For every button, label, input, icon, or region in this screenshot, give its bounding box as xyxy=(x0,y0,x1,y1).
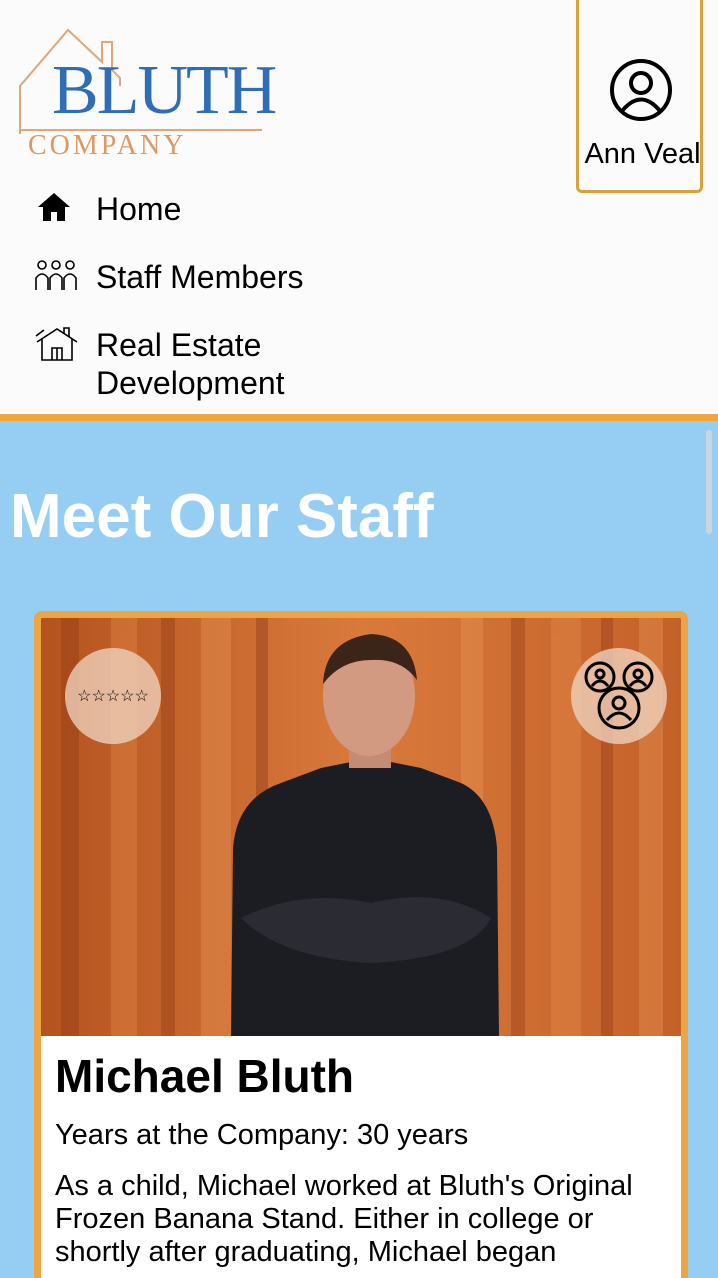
staff-bio: As a child, Michael worked at Bluth's Or… xyxy=(55,1170,633,1268)
team-group-icon xyxy=(579,654,659,739)
rating-badge[interactable]: ☆☆☆☆☆ xyxy=(65,648,161,744)
page-title: Meet Our Staff xyxy=(10,482,434,551)
nav-item-home[interactable]: Home xyxy=(34,190,336,230)
user-profile-button[interactable]: Ann Veal xyxy=(576,0,703,193)
nav-item-real-estate[interactable]: Real Estate Development xyxy=(34,326,336,402)
main-nav: Home Staff Members Real Estate Developme… xyxy=(34,190,336,430)
main-content: Meet Our Staff ☆☆☆☆☆ Michael Bluth Years… xyxy=(0,421,718,1278)
logo-wordmark-bluth: BLUTH xyxy=(52,52,277,129)
star-rating-icon: ☆☆☆☆☆ xyxy=(77,688,149,705)
staff-years: Years at the Company: 30 years xyxy=(55,1119,469,1151)
bluth-company-logo[interactable]: BLUTH COMPANY xyxy=(16,26,277,166)
staff-photo: ☆☆☆☆☆ xyxy=(41,618,681,1036)
scrollbar-thumb[interactable] xyxy=(706,430,712,534)
people-icon xyxy=(34,258,80,298)
nav-item-staff-members[interactable]: Staff Members xyxy=(34,258,336,298)
logo-wordmark-company: COMPANY xyxy=(28,130,187,161)
nav-label-home: Home xyxy=(96,191,182,227)
staff-card: ☆☆☆☆☆ Michael Bluth Years at the Company… xyxy=(34,611,688,1278)
nav-label-real-estate: Real Estate Development xyxy=(96,327,285,401)
home-icon xyxy=(34,190,80,230)
staff-card-body: Michael Bluth Years at the Company: 30 y… xyxy=(55,1048,675,1269)
staff-name: Michael Bluth xyxy=(55,1050,355,1102)
user-circle-icon xyxy=(609,58,673,127)
house-building-icon xyxy=(34,326,80,366)
nav-label-staff-members: Staff Members xyxy=(96,259,304,295)
team-badge[interactable] xyxy=(571,648,667,744)
header-divider xyxy=(0,414,718,421)
site-header: BLUTH COMPANY Home Staff Members Real Es… xyxy=(0,0,718,416)
user-name: Ann Veal xyxy=(584,138,701,170)
